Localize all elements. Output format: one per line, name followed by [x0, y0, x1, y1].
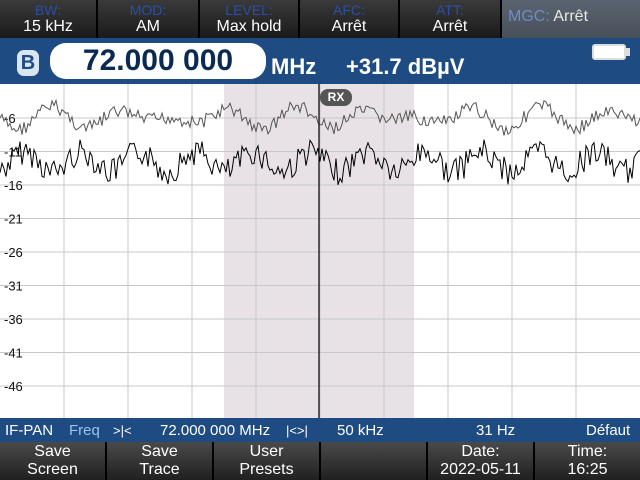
resolution-value: 31 Hz [476, 422, 516, 439]
user-presets-button[interactable]: User Presets [214, 442, 319, 480]
afc-label: AFC: [333, 2, 365, 18]
level-label: LEVEL: [225, 2, 273, 18]
y-tick-label: -21 [4, 212, 23, 227]
softkey-line1: User [249, 443, 284, 460]
bw-label: BW: [34, 2, 62, 18]
receiver-badge[interactable]: B [17, 50, 39, 76]
spectrum-plot[interactable]: -6 -11 -16 -21 -26 -31 -36 -41 -46 [0, 84, 640, 418]
default-label: Défaut [586, 422, 631, 439]
softkey-line2: Screen [27, 461, 78, 478]
y-tick-label: -31 [4, 279, 23, 294]
grid-lines [0, 84, 640, 418]
battery-icon [592, 44, 626, 60]
span-icon: |<>| [286, 423, 308, 438]
spectrum-svg: -6-11-16-21-26-31-36-41-46 [0, 84, 640, 418]
y-axis-ticks: -6-11-16-21-26-31-36-41-46 [4, 111, 23, 394]
save-trace-button[interactable]: Save Trace [107, 442, 212, 480]
save-screen-button[interactable]: Save Screen [0, 442, 105, 480]
softkey-line2: 16:25 [567, 461, 608, 478]
afc-setting[interactable]: AFC: Arrêt [300, 0, 400, 38]
softkey-line1: Save [34, 443, 71, 460]
level-readout: +31.7 dBµV [346, 54, 465, 79]
freq-label: Freq [69, 422, 100, 439]
mode-label: IF-PAN [5, 422, 54, 439]
afc-value: Arrêt [331, 18, 367, 35]
span-value: 50 kHz [337, 422, 384, 439]
mod-label: MOD: [129, 2, 167, 18]
softkey-bar: Save Screen Save Trace User Presets Date… [0, 442, 640, 480]
y-tick-label: -46 [4, 379, 23, 394]
att-setting[interactable]: ATT: Arrêt [400, 0, 502, 38]
time-softkey[interactable]: Time: 16:25 [535, 442, 640, 480]
mgc-value: Arrêt [553, 8, 589, 25]
parameter-bar: BW: 15 kHz MOD: AM LEVEL: Max hold AFC: … [0, 0, 640, 38]
mgc-label: MGC: [508, 8, 550, 25]
y-tick-label: -26 [4, 245, 23, 260]
battery-tip-icon [626, 48, 630, 56]
y-tick-label: -41 [4, 346, 23, 361]
center-freq-icon: >|< [113, 423, 132, 438]
frequency-readout[interactable]: 72.000 000 [50, 43, 266, 79]
status-bar: IF-PAN Freq >|< 72.000 000 MHz |<>| 50 k… [0, 418, 640, 442]
softkey-line2: 2022-05-11 [440, 461, 521, 478]
bw-value: 15 kHz [23, 18, 73, 35]
level-value: Max hold [216, 18, 282, 35]
softkey-line1: Time: [567, 443, 608, 460]
frequency-unit: MHz [271, 54, 317, 79]
y-tick-label: -36 [4, 312, 23, 327]
softkey-line1: Date: [461, 443, 500, 460]
empty-softkey[interactable] [321, 442, 426, 480]
att-label: ATT: [436, 2, 464, 18]
softkey-line2: Trace [139, 461, 180, 478]
mgc-setting[interactable]: MGC: Arrêt [502, 0, 640, 38]
softkey-line2: Presets [239, 461, 294, 478]
rx-indicator: RX [320, 89, 352, 106]
mod-value: AM [136, 18, 160, 35]
att-value: Arrêt [432, 18, 468, 35]
softkey-line1: Save [141, 443, 178, 460]
level-setting[interactable]: LEVEL: Max hold [200, 0, 300, 38]
center-freq-value: 72.000 000 MHz [160, 422, 271, 439]
bw-setting[interactable]: BW: 15 kHz [0, 0, 98, 38]
mod-setting[interactable]: MOD: AM [98, 0, 200, 38]
date-softkey[interactable]: Date: 2022-05-11 [428, 442, 533, 480]
y-tick-label: -16 [4, 178, 23, 193]
